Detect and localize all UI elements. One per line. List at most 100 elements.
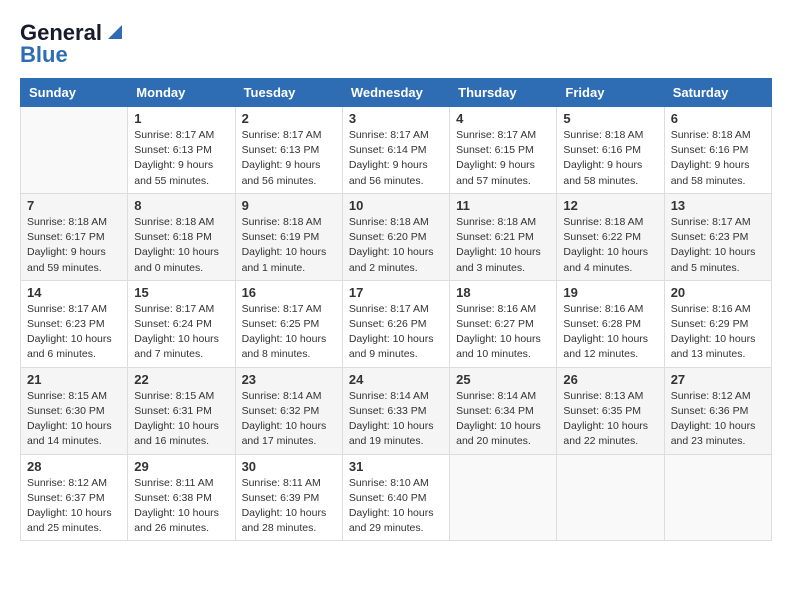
calendar-cell (664, 454, 771, 541)
calendar-cell: 15Sunrise: 8:17 AMSunset: 6:24 PMDayligh… (128, 280, 235, 367)
sunrise-text: Sunrise: 8:12 AM (671, 389, 765, 404)
daylight-text: Daylight: 10 hours and 10 minutes. (456, 332, 550, 362)
sunset-text: Sunset: 6:19 PM (242, 230, 336, 245)
calendar-cell (21, 107, 128, 194)
calendar-cell: 9Sunrise: 8:18 AMSunset: 6:19 PMDaylight… (235, 193, 342, 280)
daylight-text: Daylight: 10 hours and 13 minutes. (671, 332, 765, 362)
day-number: 31 (349, 459, 443, 474)
daylight-text: Daylight: 10 hours and 12 minutes. (563, 332, 657, 362)
daylight-text: Daylight: 10 hours and 29 minutes. (349, 506, 443, 536)
day-number: 11 (456, 198, 550, 213)
sunrise-text: Sunrise: 8:15 AM (134, 389, 228, 404)
calendar-table: SundayMondayTuesdayWednesdayThursdayFrid… (20, 78, 772, 541)
daylight-text: Daylight: 10 hours and 28 minutes. (242, 506, 336, 536)
calendar-week-row: 14Sunrise: 8:17 AMSunset: 6:23 PMDayligh… (21, 280, 772, 367)
sunset-text: Sunset: 6:27 PM (456, 317, 550, 332)
calendar-week-row: 1Sunrise: 8:17 AMSunset: 6:13 PMDaylight… (21, 107, 772, 194)
sunset-text: Sunset: 6:21 PM (456, 230, 550, 245)
calendar-cell: 16 Sunrise: 8:17 AMSunset: 6:25 PMDayligh… (235, 280, 342, 367)
sunrise-text: Sunrise: 8:14 AM (349, 389, 443, 404)
column-header-thursday: Thursday (450, 79, 557, 107)
day-number: 17 (349, 285, 443, 300)
daylight-text: Daylight: 10 hours and 9 minutes. (349, 332, 443, 362)
day-number: 6 (671, 111, 765, 126)
day-number: 7 (27, 198, 121, 213)
sunset-text: Sunset: 6:40 PM (349, 491, 443, 506)
sunset-text: Sunset: 6:24 PM (134, 317, 228, 332)
calendar-week-row: 7 Sunrise: 8:18 AM Sunset: 6:17 PM Daylight… (21, 193, 772, 280)
sunset-text: Sunset: 6:17 PM (27, 230, 121, 245)
day-info: Sunrise: 8:15 AMSunset: 6:30 PMDaylight:… (27, 389, 121, 450)
calendar-cell: 6 Sunrise: 8:18 AMSunset: 6:16 PMDaylight… (664, 107, 771, 194)
calendar-week-row: 21Sunrise: 8:15 AMSunset: 6:30 PMDayligh… (21, 367, 772, 454)
day-number: 29 (134, 459, 228, 474)
day-info: Sunrise: 8:13 AMSunset: 6:35 PMDaylight:… (563, 389, 657, 450)
sunset-text: Sunset: 6:13 PM (134, 143, 228, 158)
day-info: Sunrise: 8:18 AMSunset: 6:18 PMDaylight:… (134, 215, 228, 276)
day-info: Sunrise: 8:10 AMSunset: 6:40 PMDaylight:… (349, 476, 443, 537)
day-number: 26 (563, 372, 657, 387)
sunrise-text: Sunrise: 8:11 AM (242, 476, 336, 491)
daylight-text: Daylight: 10 hours and 4 minutes. (563, 245, 657, 275)
daylight-text: Daylight: 9 hours and 57 minutes. (456, 158, 550, 188)
column-header-friday: Friday (557, 79, 664, 107)
daylight-text: Daylight: 10 hours and 6 minutes. (27, 332, 121, 362)
day-number: 19 (563, 285, 657, 300)
day-info: Sunrise: 8:17 AMSunset: 6:15 PMDaylight:… (456, 128, 550, 189)
sunset-text: Sunset: 6:15 PM (456, 143, 550, 158)
daylight-text: Daylight: 10 hours and 1 minute. (242, 245, 336, 275)
sunrise-text: Sunrise: 8:14 AM (456, 389, 550, 404)
sunrise-text: Sunrise: 8:18 AM (456, 215, 550, 230)
daylight-text: Daylight: 10 hours and 2 minutes. (349, 245, 443, 275)
calendar-cell (450, 454, 557, 541)
sunset-text: Sunset: 6:20 PM (349, 230, 443, 245)
day-number: 9 (242, 198, 336, 213)
daylight-text: Daylight: 10 hours and 19 minutes. (349, 419, 443, 449)
day-info: Sunrise: 8:12 AMSunset: 6:36 PMDaylight:… (671, 389, 765, 450)
sunrise-text: Sunrise: 8:18 AM (134, 215, 228, 230)
column-header-sunday: Sunday (21, 79, 128, 107)
calendar-cell: 21Sunrise: 8:15 AMSunset: 6:30 PMDayligh… (21, 367, 128, 454)
calendar-cell: 5 Sunrise: 8:18 AMSunset: 6:16 PMDaylight… (557, 107, 664, 194)
day-info: Sunrise: 8:14 AMSunset: 6:33 PMDaylight:… (349, 389, 443, 450)
calendar-cell: 27Sunrise: 8:12 AMSunset: 6:36 PMDayligh… (664, 367, 771, 454)
sunrise-text: Sunrise: 8:18 AM (563, 215, 657, 230)
daylight-text: Daylight: 10 hours and 5 minutes. (671, 245, 765, 275)
day-number: 8 (134, 198, 228, 213)
calendar-cell: 13Sunrise: 8:17 AMSunset: 6:23 PMDayligh… (664, 193, 771, 280)
day-number: 20 (671, 285, 765, 300)
calendar-cell: 2Sunrise: 8:17 AMSunset: 6:13 PMDaylight… (235, 107, 342, 194)
day-info: Sunrise: 8:18 AMSunset: 6:20 PMDaylight:… (349, 215, 443, 276)
day-info: Sunrise: 8:17 AMSunset: 6:25 PMDaylight:… (242, 302, 336, 363)
daylight-text: Daylight: 10 hours and 3 minutes. (456, 245, 550, 275)
sunset-text: Sunset: 6:25 PM (242, 317, 336, 332)
sunrise-text: Sunrise: 8:17 AM (134, 128, 228, 143)
daylight-text: Daylight: 10 hours and 17 minutes. (242, 419, 336, 449)
calendar-cell: 12Sunrise: 8:18 AMSunset: 6:22 PMDayligh… (557, 193, 664, 280)
sunrise-text: Sunrise: 8:17 AM (671, 215, 765, 230)
logo-icon (104, 21, 126, 43)
sunrise-text: Sunrise: 8:10 AM (349, 476, 443, 491)
calendar-cell: 25Sunrise: 8:14 AMSunset: 6:34 PMDayligh… (450, 367, 557, 454)
day-info: Sunrise: 8:18 AMSunset: 6:16 PMDaylight:… (563, 128, 657, 189)
calendar-cell: 19Sunrise: 8:16 AMSunset: 6:28 PMDayligh… (557, 280, 664, 367)
day-number: 13 (671, 198, 765, 213)
daylight-text: Daylight: 10 hours and 14 minutes. (27, 419, 121, 449)
day-number: 14 (27, 285, 121, 300)
day-info: Sunrise: 8:16 AMSunset: 6:27 PMDaylight:… (456, 302, 550, 363)
sunrise-text: Sunrise: 8:17 AM (456, 128, 550, 143)
day-number: 16 (242, 285, 336, 300)
sunrise-text: Sunrise: 8:18 AM (671, 128, 765, 143)
calendar-cell: 10Sunrise: 8:18 AMSunset: 6:20 PMDayligh… (342, 193, 449, 280)
day-number: 30 (242, 459, 336, 474)
day-number: 3 (349, 111, 443, 126)
calendar-cell: 31 Sunrise: 8:10 AMSunset: 6:40 PMDayligh… (342, 454, 449, 541)
calendar-cell: 1Sunrise: 8:17 AMSunset: 6:13 PMDaylight… (128, 107, 235, 194)
day-info: Sunrise: 8:12 AMSunset: 6:37 PMDaylight:… (27, 476, 121, 537)
day-number: 5 (563, 111, 657, 126)
daylight-text: Daylight: 10 hours and 26 minutes. (134, 506, 228, 536)
day-info: Sunrise: 8:11 AMSunset: 6:39 PMDaylight:… (242, 476, 336, 537)
day-info: Sunrise: 8:18 AMSunset: 6:16 PMDaylight:… (671, 128, 765, 189)
day-number: 12 (563, 198, 657, 213)
sunset-text: Sunset: 6:29 PM (671, 317, 765, 332)
